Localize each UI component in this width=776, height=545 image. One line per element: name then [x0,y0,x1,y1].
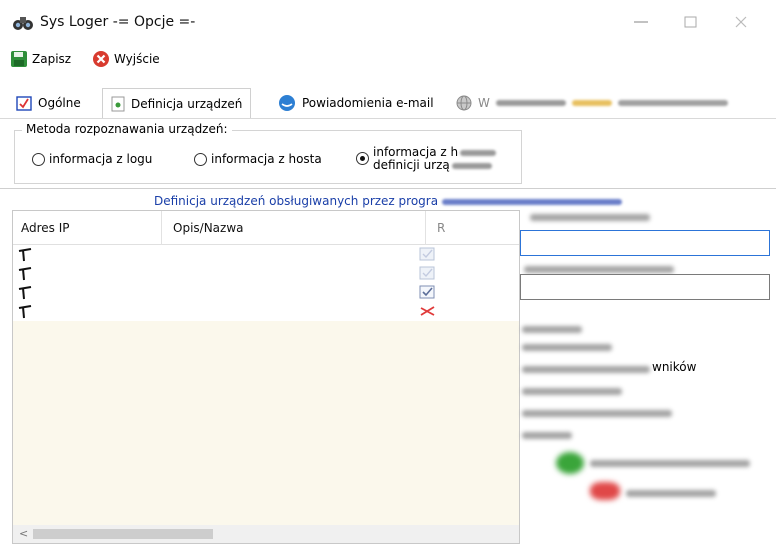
binoculars-icon [13,17,33,30]
tab-web[interactable]: W [450,92,734,114]
tab-divider [0,118,776,119]
arrow-marker-icon [18,267,32,281]
scroll-left-icon[interactable]: < [19,527,28,540]
title-bar: Sys Loger -= Opcje =- [0,0,776,44]
blurred-label [522,326,582,333]
blurred-checkbox-label [522,366,650,373]
minimize-icon[interactable] [618,10,664,34]
checkbox-faded-icon[interactable] [417,265,437,281]
radio-from-log-label: informacja z logu [49,152,153,166]
checkbox-checked-icon[interactable] [417,284,437,300]
section-divider [0,188,776,189]
table-row[interactable] [13,245,519,264]
method-group-title: Metoda rozpoznawania urządzeń: [22,122,232,136]
radio-definition-label-line2: definicji urzą [373,158,450,172]
tab-web-label: W [478,96,490,110]
blurred-checkbox-label [522,432,572,439]
column-description[interactable]: Opis/Nazwa [173,221,244,235]
radio-circle[interactable] [194,152,207,166]
blurred-checkbox-label [522,410,672,417]
cross-icon[interactable] [417,303,437,319]
exit-button[interactable]: Wyjście [92,49,160,69]
blurred-tab-text [571,100,612,106]
devices-caption-text: Definicja urządzeń obsługiwanych przez p… [154,194,439,208]
blurred-button-label[interactable] [590,460,750,467]
partial-option-label: wników [652,360,697,374]
grid-header: Adres IP Opis/Nazwa R [13,211,519,245]
column-separator[interactable] [425,211,426,245]
close-icon[interactable] [718,10,764,34]
radio-from-log[interactable]: informacja z logu [32,152,152,166]
add-icon[interactable] [556,452,584,474]
radio-from-host[interactable]: informacja z hosta [194,152,322,166]
devices-section-caption: Definicja urządzeń obsługiwanych przez p… [154,194,623,208]
window-title: Sys Loger -= Opcje =- [40,14,196,30]
column-ip-address[interactable]: Adres IP [21,221,70,235]
arrow-marker-icon [18,248,32,262]
save-button[interactable]: Zapisz [10,49,71,69]
maximize-icon[interactable] [668,10,714,34]
blurred-text [460,150,497,156]
scroll-thumb[interactable] [33,529,213,539]
globe-icon [456,95,472,111]
tab-email-label: Powiadomienia e-mail [302,96,434,110]
blurred-text [451,163,492,169]
checklist-icon [16,96,32,111]
blurred-button-label[interactable] [626,490,716,497]
blurred-text [442,199,623,205]
document-icon [111,96,125,111]
blurred-tab-text [495,100,566,106]
mail-icon [279,95,295,111]
tab-general[interactable]: Ogólne [10,92,87,114]
blurred-label [524,266,674,273]
blurred-tab-text [617,100,728,106]
blurred-input-field[interactable] [520,230,770,256]
save-icon [11,51,27,67]
radio-definition-label-line1: informacja z h [373,145,459,159]
blurred-checkbox-label [522,388,622,395]
delete-icon[interactable] [590,482,620,500]
grid-rows [13,245,519,321]
devices-grid: Adres IP Opis/Nazwa R < [12,210,520,544]
exit-label: Wyjście [114,52,160,66]
table-row[interactable] [13,283,519,302]
blurred-input-field[interactable] [520,274,770,300]
tab-general-label: Ogólne [38,96,81,110]
exit-icon [93,51,109,67]
arrow-marker-icon [18,286,32,300]
radio-from-host-label: informacja z hosta [211,152,322,166]
table-row[interactable] [13,264,519,283]
save-label: Zapisz [32,52,72,66]
tab-email-notifications[interactable]: Powiadomienia e-mail [272,92,440,114]
tab-device-definition-label: Definicja urządzeń [131,96,243,111]
toolbar: Zapisz Wyjście [0,44,776,74]
tab-device-definition[interactable]: Definicja urządzeń [102,88,252,118]
checkbox-faded-icon[interactable] [417,246,437,262]
radio-circle[interactable] [32,152,45,166]
horizontal-scrollbar[interactable]: < [13,525,519,543]
radio-circle-selected[interactable] [356,152,369,165]
arrow-marker-icon [18,305,32,319]
tab-strip: Ogólne Definicja urządzeń Powiadomienia … [10,88,776,118]
table-row[interactable] [13,302,519,321]
radio-from-definition[interactable]: informacja z h definicji urzą [356,145,497,172]
blurred-checkbox-label [522,344,612,351]
column-state[interactable]: R [437,221,445,235]
blurred-label [530,214,650,221]
column-separator[interactable] [161,211,162,245]
